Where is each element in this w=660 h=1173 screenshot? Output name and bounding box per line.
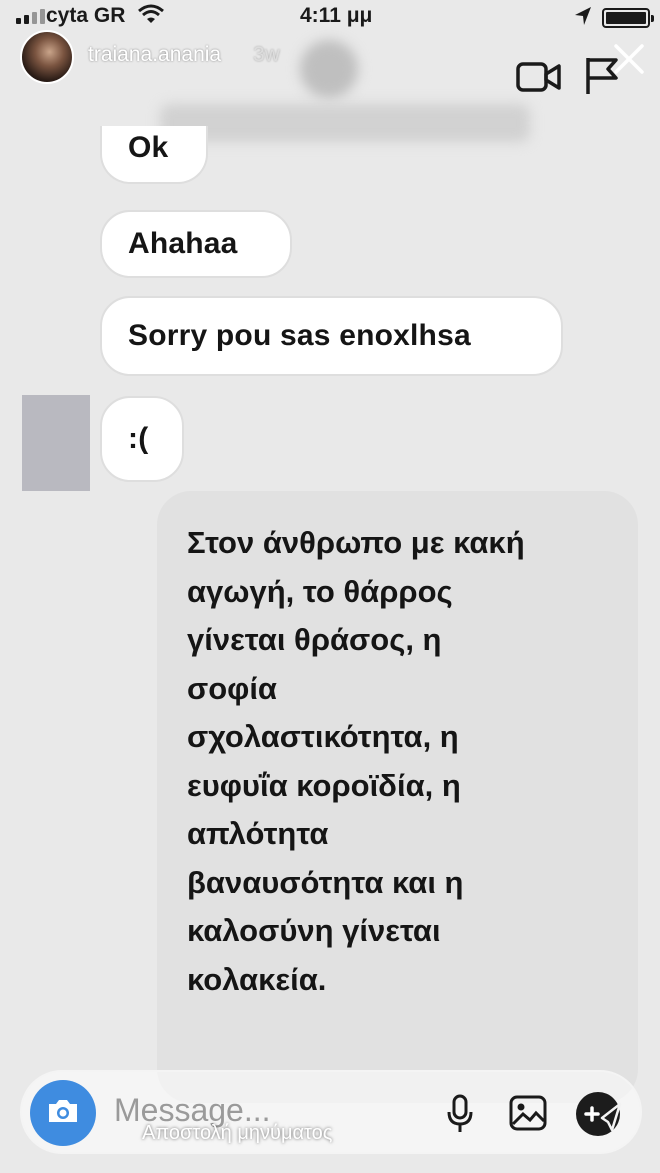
post-time-ago: 3w <box>253 43 280 66</box>
incoming-message: Sorry pou sas enoxlhsa <box>100 296 563 376</box>
gallery-icon[interactable] <box>508 1094 548 1137</box>
message-line: Στον άνθρωπο με κακή <box>187 525 525 560</box>
incoming-message: Ahahaa <box>100 210 292 278</box>
status-bar: cyta GR 4:11 μμ <box>0 0 660 34</box>
message-line: ευφυΐα κοροϊδία, η <box>187 767 461 803</box>
camera-icon <box>46 1097 80 1130</box>
chat-thread: Ok Ahahaa Sorry pou sas enoxlhsa :( Στον… <box>0 100 660 1103</box>
incoming-message: :( <box>100 396 184 482</box>
send-icon[interactable] <box>572 1090 624 1143</box>
message-composer[interactable]: Message... Αποστολή μηνύματος <box>20 1070 642 1154</box>
profile-avatar[interactable] <box>20 30 74 84</box>
username[interactable]: traiana.anania <box>88 43 221 67</box>
message-line: βαναυσότητα και η <box>187 864 464 900</box>
composer-caption: Αποστολή μηνύματος <box>142 1122 333 1144</box>
message-line: απλότητα <box>187 816 329 851</box>
battery-icon <box>602 8 654 28</box>
message-line: γίνεται θράσος, η <box>187 622 442 657</box>
signal-icon <box>16 9 45 24</box>
incoming-message: Ok <box>100 126 208 184</box>
message-line: καλοσύνη γίνεται <box>187 913 441 948</box>
status-time: 4:11 μμ <box>300 4 373 27</box>
carrier-name: cyta GR <box>46 4 126 27</box>
video-call-icon[interactable] <box>516 60 562 99</box>
microphone-icon[interactable] <box>446 1094 474 1139</box>
message-line: σχολαστικότητα, η <box>187 719 459 754</box>
message-line: αγωγή, το θάρρος <box>187 573 453 609</box>
camera-button[interactable] <box>30 1080 96 1146</box>
wifi-icon <box>138 4 164 30</box>
blurred-region <box>300 40 358 98</box>
message-line: κολακεία. <box>187 961 327 997</box>
sender-avatar-censored <box>22 395 90 491</box>
location-icon <box>574 6 592 32</box>
message-line: σοφία <box>187 670 277 706</box>
outgoing-message: Στον άνθρωπο με κακή αγωγή, το θάρρος γί… <box>157 491 638 1103</box>
close-icon[interactable] <box>612 42 646 81</box>
